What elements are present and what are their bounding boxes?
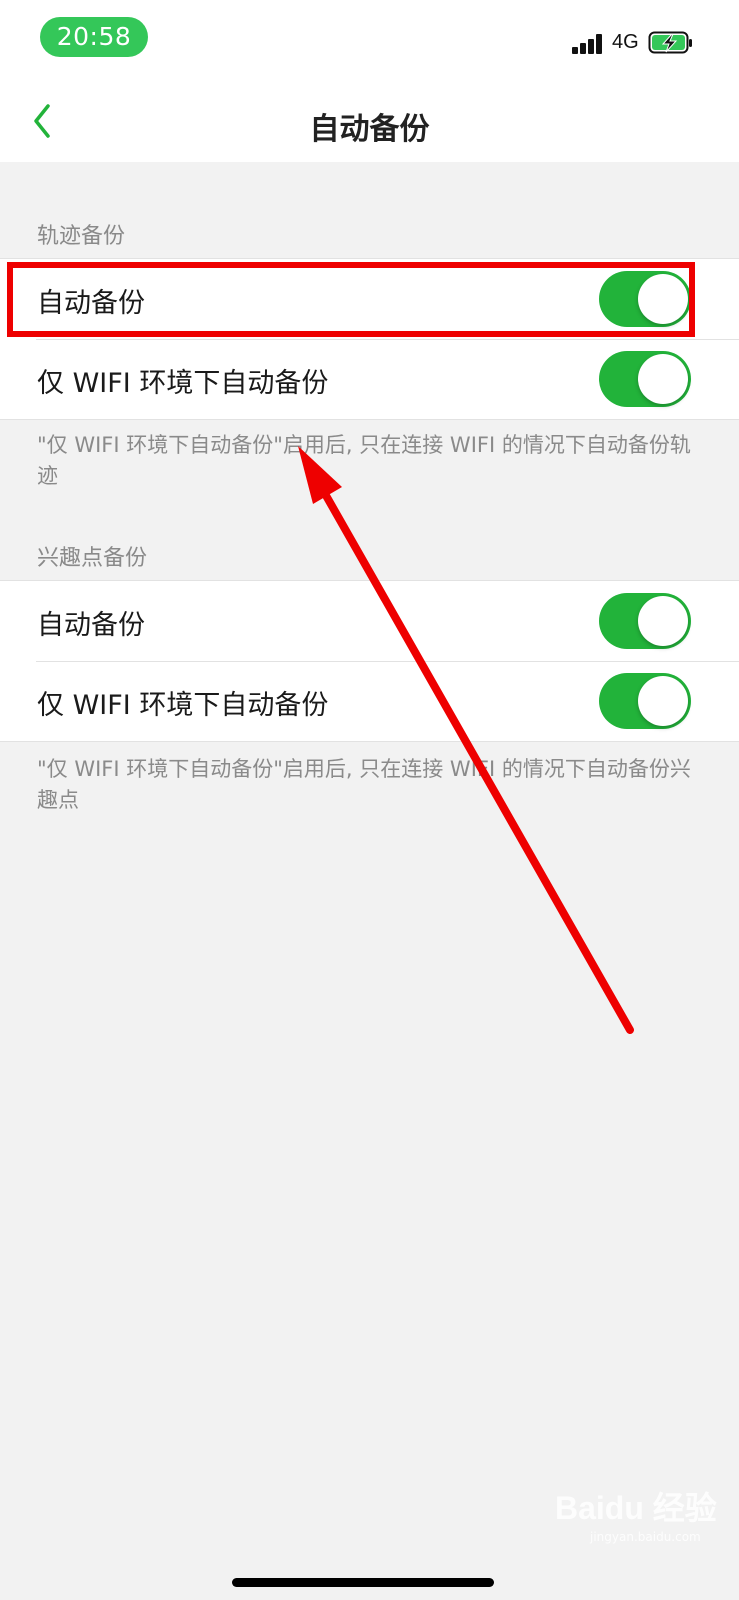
row-label: 自动备份 [37,288,145,319]
status-bar: 20:58 4G [0,0,739,80]
toggle-knob [638,596,688,646]
row-label: 仅 WIFI 环境下自动备份 [37,690,329,721]
toggle-knob [638,354,688,404]
track-wifi-only-toggle[interactable] [599,351,691,407]
poi-wifi-only-toggle[interactable] [599,673,691,729]
row-label: 自动备份 [37,610,145,641]
poi-wifi-only-row[interactable]: 仅 WIFI 环境下自动备份 [0,661,739,741]
section-header-track: 轨迹备份 [37,224,126,249]
track-backup-group: 自动备份 仅 WIFI 环境下自动备份 [0,258,739,420]
watermark-logo: Baidu 经验 [555,1490,717,1526]
watermark-url: jingyan.baidu.com [590,1530,701,1544]
track-auto-backup-row[interactable]: 自动备份 [0,259,739,339]
poi-section-note: "仅 WIFI 环境下自动备份"启用后, 只在连接 WIFI 的情况下自动备份兴… [37,757,691,812]
poi-auto-backup-row[interactable]: 自动备份 [0,581,739,661]
track-auto-backup-toggle[interactable] [599,271,691,327]
battery-charging-icon [648,31,692,54]
toggle-knob [638,274,688,324]
poi-backup-group: 自动备份 仅 WIFI 环境下自动备份 [0,580,739,742]
network-type: 4G [612,31,639,53]
signal-icon [572,34,604,54]
status-time: 20:58 [40,17,148,57]
page-title: 自动备份 [309,112,430,147]
row-label: 仅 WIFI 环境下自动备份 [37,368,329,399]
track-section-note: "仅 WIFI 环境下自动备份"启用后, 只在连接 WIFI 的情况下自动备份轨… [37,433,691,488]
track-wifi-only-row[interactable]: 仅 WIFI 环境下自动备份 [0,339,739,419]
home-indicator[interactable] [232,1578,494,1587]
section-header-poi: 兴趣点备份 [37,546,148,571]
nav-bar: 自动备份 [0,80,739,162]
poi-auto-backup-toggle[interactable] [599,593,691,649]
toggle-knob [638,676,688,726]
